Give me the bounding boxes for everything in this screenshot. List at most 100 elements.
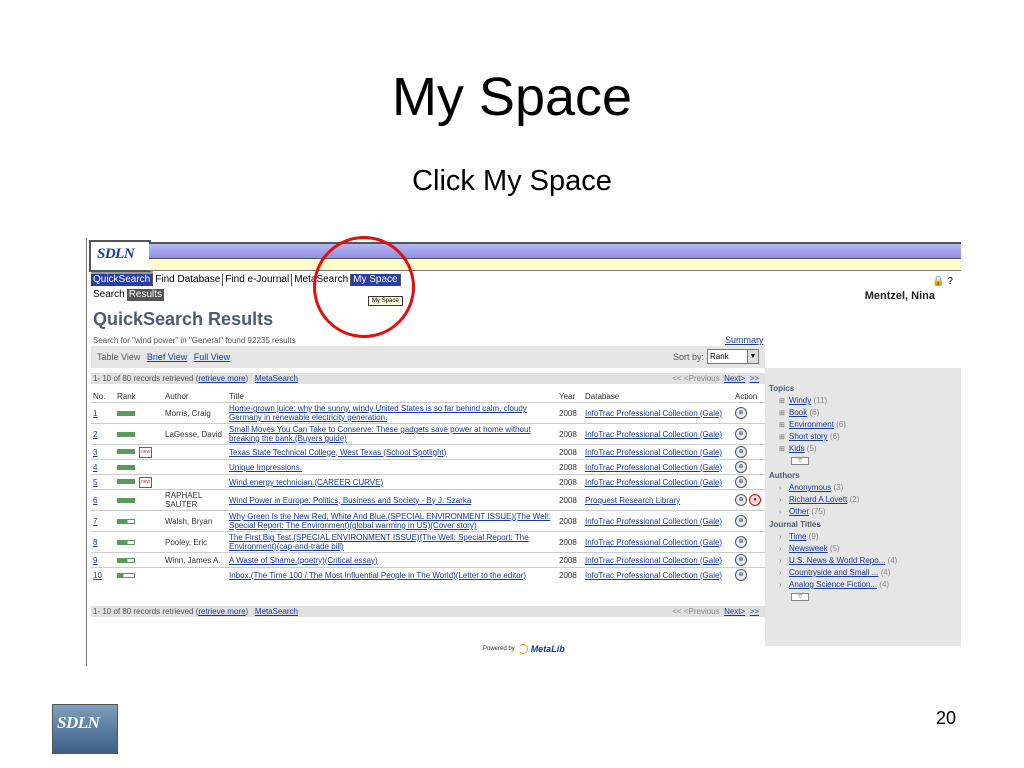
row-year: 2008	[557, 423, 583, 445]
facet-label[interactable]: Time	[789, 532, 806, 541]
save-record-icon[interactable]: ⊕	[735, 554, 747, 566]
row-number-link[interactable]: 7	[93, 517, 97, 526]
row-database-link[interactable]: InfoTrac Professional Collection (Gale)	[585, 463, 722, 472]
save-record-icon[interactable]: ⊕	[735, 461, 747, 473]
facet-label[interactable]: Other	[789, 507, 809, 516]
row-database-link[interactable]: InfoTrac Professional Collection (Gale)	[585, 556, 722, 565]
row-number-link[interactable]: 4	[93, 463, 97, 472]
lock-help-icons[interactable]: 🔒 ?	[932, 276, 953, 287]
row-database-link[interactable]: InfoTrac Professional Collection (Gale)	[585, 571, 722, 580]
facet-item[interactable]: › U.S. News & World Repo... (4)	[779, 555, 961, 567]
topics-more-button[interactable]: ▽	[791, 457, 809, 465]
brief-view-link[interactable]: Brief View	[147, 352, 187, 362]
row-number-link[interactable]: 2	[93, 430, 97, 439]
metasearch-link-bottom[interactable]: MetaSearch	[255, 607, 298, 616]
row-title-link[interactable]: Home-grown juice: why the sunny, windy U…	[229, 404, 527, 422]
row-title-link[interactable]: Inbox.(The Time 100 / The Most Influenti…	[229, 571, 526, 580]
row-database-link[interactable]: InfoTrac Professional Collection (Gale)	[585, 430, 722, 439]
row-database-link[interactable]: InfoTrac Professional Collection (Gale)	[585, 538, 722, 547]
row-number-link[interactable]: 5	[93, 478, 97, 487]
row-rank	[115, 567, 163, 582]
last-link[interactable]: >>	[750, 374, 759, 383]
row-title-link[interactable]: Small Moves You Can Take to Conserve: Th…	[229, 425, 531, 443]
subtab-search[interactable]: Search	[91, 289, 127, 301]
row-database-link[interactable]: InfoTrac Professional Collection (Gale)	[585, 409, 722, 418]
save-record-icon[interactable]: ⊕	[735, 569, 747, 581]
tab-find-ejournal[interactable]: Find e-Journal	[223, 274, 293, 286]
facet-label[interactable]: Analog Science Fiction...	[789, 580, 877, 589]
col-author: Author	[165, 391, 189, 401]
facet-label[interactable]: Windy	[789, 396, 811, 405]
facet-item[interactable]: › Analog Science Fiction... (4)	[779, 579, 961, 591]
full-view-link[interactable]: Full View	[194, 352, 230, 362]
row-number-link[interactable]: 1	[93, 409, 97, 418]
row-database-link[interactable]: Proquest Research Library	[585, 496, 680, 505]
facet-label[interactable]: Richard A Lovett	[789, 495, 847, 504]
metasearch-link[interactable]: MetaSearch	[255, 374, 298, 383]
tab-find-database[interactable]: Find Database	[153, 274, 224, 286]
facet-label[interactable]: U.S. News & World Repo...	[789, 556, 885, 565]
facet-label[interactable]: Anonymous	[789, 483, 831, 492]
journals-more-button[interactable]: ▽	[791, 593, 809, 601]
row-number-link[interactable]: 10	[93, 571, 102, 580]
facet-item[interactable]: › Richard A Lovett (2)	[779, 494, 961, 506]
row-database-link[interactable]: InfoTrac Professional Collection (Gale)	[585, 448, 722, 457]
summary-link[interactable]: Summary	[725, 335, 764, 345]
save-record-icon[interactable]: ⊕	[735, 536, 747, 548]
full-text-icon[interactable]: ●	[749, 494, 761, 506]
row-year: 2008	[557, 510, 583, 532]
facet-label[interactable]: Countryside and Small ...	[789, 568, 878, 577]
facet-item[interactable]: › Anonymous (3)	[779, 482, 961, 494]
facet-label[interactable]: Short story	[789, 432, 828, 441]
sdln-logo-text: SDLN	[97, 246, 135, 262]
row-title-link[interactable]: The First Big Test.(SPECIAL ENVIRONMENT …	[229, 533, 529, 551]
row-title-link[interactable]: Wind Power in Europe: Politics, Business…	[229, 496, 471, 505]
facet-label[interactable]: Kids	[789, 444, 805, 453]
table-view-label[interactable]: Table View	[97, 352, 140, 362]
view-bar: Table View Brief View Full View Sort by:…	[91, 346, 765, 368]
facet-label[interactable]: Environment	[789, 420, 834, 429]
save-record-icon[interactable]: ⊕	[735, 446, 747, 458]
row-title-link[interactable]: A Waste of Shame.(poetry)(Critical essay…	[229, 556, 378, 565]
last-link-bottom[interactable]: >>	[750, 607, 759, 616]
facet-item[interactable]: › Time (9)	[779, 531, 961, 543]
facet-item[interactable]: › Other (75)	[779, 506, 961, 518]
row-number-link[interactable]: 3	[93, 448, 97, 457]
previous-link[interactable]: << <Previous	[672, 374, 719, 383]
save-record-icon[interactable]: ⊕	[735, 428, 747, 440]
subtab-results[interactable]: Results	[126, 289, 165, 301]
facet-item[interactable]: ⊞ Kids (5)	[779, 443, 961, 455]
row-number-link[interactable]: 8	[93, 538, 97, 547]
facet-label[interactable]: Book	[789, 408, 807, 417]
previous-link-bottom[interactable]: << <Previous	[672, 607, 719, 616]
next-link-bottom[interactable]: Next>	[724, 607, 745, 616]
row-title-link[interactable]: Texas State Technical College, West Texa…	[229, 448, 446, 457]
save-record-icon[interactable]: ⊕	[735, 515, 747, 527]
row-database: InfoTrac Professional Collection (Gale)	[583, 510, 733, 532]
retrieve-more-link-bottom[interactable]: retrieve more	[198, 607, 245, 616]
facet-item[interactable]: ⊞ Windy (11)	[779, 395, 961, 407]
save-record-icon[interactable]: ⊕	[735, 407, 747, 419]
row-database-link[interactable]: InfoTrac Professional Collection (Gale)	[585, 478, 722, 487]
row-database-link[interactable]: InfoTrac Professional Collection (Gale)	[585, 517, 722, 526]
tab-quicksearch[interactable]: QuickSearch	[91, 274, 154, 286]
authors-heading: Authors	[769, 471, 800, 480]
row-title-link[interactable]: Unique Impressions.	[229, 463, 302, 472]
retrieve-more-link[interactable]: retrieve more	[198, 374, 245, 383]
facet-item[interactable]: › Newsweek (5)	[779, 543, 961, 555]
facet-item[interactable]: ⊞ Short story (6)	[779, 431, 961, 443]
row-title-link[interactable]: Wind energy technician.(CAREER CURVE)	[229, 478, 383, 487]
row-title: Wind energy technician.(CAREER CURVE)	[227, 474, 557, 490]
row-number-link[interactable]: 9	[93, 556, 97, 565]
next-link[interactable]: Next>	[724, 374, 745, 383]
sdln-logo[interactable]: SDLN	[89, 240, 151, 272]
facet-item[interactable]: › Countryside and Small ... (4)	[779, 567, 961, 579]
facet-label[interactable]: Newsweek	[789, 544, 828, 553]
facet-item[interactable]: ⊞ Book (6)	[779, 407, 961, 419]
facet-item[interactable]: ⊞ Environment (6)	[779, 419, 961, 431]
row-title-link[interactable]: Why Green Is the New Red, White And Blue…	[229, 512, 550, 530]
sort-select[interactable]: Rank ▼	[707, 349, 759, 364]
save-record-icon[interactable]: ⊕	[735, 494, 747, 506]
row-number-link[interactable]: 6	[93, 496, 97, 505]
save-record-icon[interactable]: ⊕	[735, 476, 747, 488]
